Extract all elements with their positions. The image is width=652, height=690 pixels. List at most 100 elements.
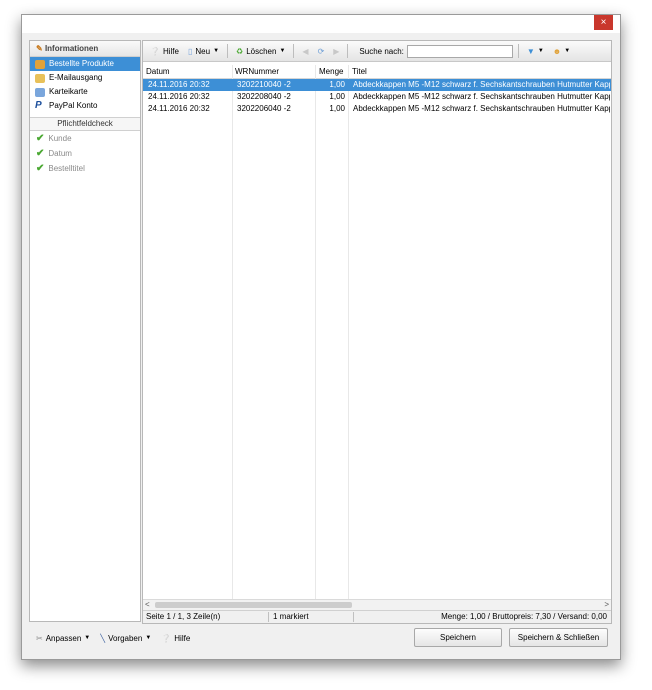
title-bar: × xyxy=(22,15,620,33)
save-button[interactable]: Speichern xyxy=(414,628,502,647)
paypal-icon: P xyxy=(35,100,42,111)
cell-titel: Abdeckkappen M5 -M12 schwarz f. Sechskan… xyxy=(353,80,610,89)
toolbar: ❔ Hilfe ▯ Neu ▼ ♻ Löschen ▼ ◀ ⟳ ▶ Suche … xyxy=(143,41,611,62)
footer-help-label: Hilfe xyxy=(174,633,191,643)
checkmark-icon: ✔ xyxy=(36,163,45,174)
sidebar-item-karteikarte[interactable]: Karteikarte xyxy=(30,85,140,99)
help-button[interactable]: ❔ Hilfe xyxy=(147,43,182,59)
sidebar-header[interactable]: ✎ Informationen xyxy=(30,41,140,57)
user-icon: ☻ xyxy=(552,46,562,56)
forward-icon: ▶ xyxy=(333,46,340,56)
toolbar-separator xyxy=(293,44,295,58)
cell-datum: 24.11.2016 20:32 xyxy=(148,80,210,89)
status-separator xyxy=(268,612,269,622)
checkmark-icon: ✔ xyxy=(36,148,45,159)
scrollbar-thumb[interactable] xyxy=(155,602,352,608)
sidebar-header-label: Informationen xyxy=(44,44,99,53)
product-icon xyxy=(35,59,45,69)
cell-titel: Abdeckkappen M5 -M12 schwarz f. Sechskan… xyxy=(353,92,610,101)
scroll-right-icon[interactable]: > xyxy=(604,600,609,610)
defaults-label: Vorgaben xyxy=(108,633,143,643)
check-item-datum: ✔ Datum xyxy=(30,146,140,161)
customize-label: Anpassen xyxy=(45,633,82,643)
help-label: Hilfe xyxy=(162,46,179,56)
tools-icon: ✂ xyxy=(36,633,43,643)
scroll-left-icon[interactable]: < xyxy=(145,600,150,610)
status-page: Seite 1 / 1, 3 Zeile(n) xyxy=(146,612,221,621)
cell-menge: 1,00 xyxy=(329,92,345,101)
column-header-wrnummer[interactable]: WRNummer xyxy=(235,65,315,78)
column-header-datum[interactable]: Datum xyxy=(146,65,231,78)
sidebar-item-e-mailausgang[interactable]: E-Mailausgang xyxy=(30,71,140,85)
new-document-icon: ▯ xyxy=(187,46,193,56)
toolbar-separator xyxy=(517,44,519,58)
save-and-close-button[interactable]: Speichern & Schließen xyxy=(509,628,608,647)
search-label: Suche nach: xyxy=(359,46,404,56)
customize-button[interactable]: ✂ Anpassen ▼ xyxy=(36,634,90,643)
search-input[interactable] xyxy=(406,44,513,58)
check-label: Kunde xyxy=(48,134,72,143)
forward-button[interactable]: ▶ xyxy=(330,43,342,59)
delete-label: Löschen xyxy=(246,46,277,56)
table-row[interactable]: 24.11.2016 20:32 3202208040 -2 1,00 Abde… xyxy=(143,91,611,103)
toolbar-separator xyxy=(347,44,349,58)
chevron-down-icon: ▼ xyxy=(279,48,286,54)
status-marked: 1 markiert xyxy=(273,612,309,621)
new-button[interactable]: ▯ Neu ▼ xyxy=(185,43,222,59)
sidebar-item-label: Bestellte Produkte xyxy=(49,59,114,68)
sidebar: ✎ Informationen Bestellte Produkte E-Mai… xyxy=(29,40,141,622)
cell-datum: 24.11.2016 20:32 xyxy=(148,92,210,101)
table-row[interactable]: 24.11.2016 20:32 3202206040 -2 1,00 Abde… xyxy=(143,103,611,115)
cell-datum: 24.11.2016 20:32 xyxy=(148,104,210,113)
check-label: Datum xyxy=(48,149,72,158)
horizontal-scrollbar[interactable]: < > xyxy=(143,599,611,610)
delete-button[interactable]: ♻ Löschen ▼ xyxy=(233,43,288,59)
refresh-button[interactable]: ⟳ xyxy=(315,43,328,59)
checkmark-icon: ✔ xyxy=(36,133,45,144)
new-label: Neu xyxy=(195,46,211,56)
sidebar-item-label: PayPal Konto xyxy=(49,101,98,110)
delete-icon: ♻ xyxy=(236,46,244,56)
refresh-icon: ⟳ xyxy=(317,46,325,56)
check-item-bestelltitel: ✔ Bestelltitel xyxy=(30,161,140,176)
wand-icon: ╲ xyxy=(100,633,106,643)
help-icon: ❔ xyxy=(150,46,160,56)
defaults-button[interactable]: ╲ Vorgaben ▼ xyxy=(100,634,151,643)
chevron-down-icon: ▼ xyxy=(145,635,152,641)
chevron-down-icon: ▼ xyxy=(537,48,544,54)
table-body: 24.11.2016 20:32 3202210040 -2 1,00 Abde… xyxy=(143,79,611,599)
chevron-down-icon: ▼ xyxy=(213,48,220,54)
back-icon: ◀ xyxy=(302,46,309,56)
column-header-titel[interactable]: Titel xyxy=(352,65,607,78)
filter-button[interactable]: ▼ ▼ xyxy=(524,43,547,59)
toolbar-separator xyxy=(227,44,229,58)
card-icon xyxy=(35,87,45,97)
filter-icon: ▼ xyxy=(526,46,535,56)
status-separator xyxy=(353,612,354,622)
sidebar-item-bestellte-produkte[interactable]: Bestellte Produkte xyxy=(30,57,140,71)
back-button[interactable]: ◀ xyxy=(299,43,311,59)
column-header-menge[interactable]: Menge xyxy=(319,65,345,78)
cell-titel: Abdeckkappen M5 -M12 schwarz f. Sechskan… xyxy=(353,104,610,113)
cell-wrnummer: 3202210040 -2 xyxy=(237,80,291,89)
sidebar-item-label: E-Mailausgang xyxy=(49,73,103,82)
table-row[interactable]: 24.11.2016 20:32 3202210040 -2 1,00 Abde… xyxy=(143,79,611,91)
check-label: Bestelltitel xyxy=(48,164,85,173)
check-item-kunde: ✔ Kunde xyxy=(30,131,140,146)
status-summary: Menge: 1,00 / Bruttopreis: 7,30 / Versan… xyxy=(441,612,607,621)
mail-icon xyxy=(35,73,45,83)
pencil-icon: ✎ xyxy=(36,44,43,53)
help-icon: ❔ xyxy=(161,633,172,643)
footer-help-button[interactable]: ❔ Hilfe xyxy=(161,634,190,643)
status-bar: Seite 1 / 1, 3 Zeile(n) 1 markiert Menge… xyxy=(143,610,611,623)
sidebar-item-paypal-konto[interactable]: P PayPal Konto xyxy=(30,99,140,113)
close-button[interactable]: × xyxy=(594,15,613,30)
chevron-down-icon: ▼ xyxy=(564,48,571,54)
chevron-down-icon: ▼ xyxy=(84,635,91,641)
user-button[interactable]: ☻ ▼ xyxy=(550,43,573,59)
pflichtfeldcheck-header: Pflichtfeldcheck xyxy=(30,117,140,131)
cell-wrnummer: 3202206040 -2 xyxy=(237,104,291,113)
sidebar-item-label: Karteikarte xyxy=(49,87,88,96)
bottom-bar: ✂ Anpassen ▼ ╲ Vorgaben ▼ ❔ Hilfe Speich… xyxy=(36,626,616,650)
cell-wrnummer: 3202208040 -2 xyxy=(237,92,291,101)
